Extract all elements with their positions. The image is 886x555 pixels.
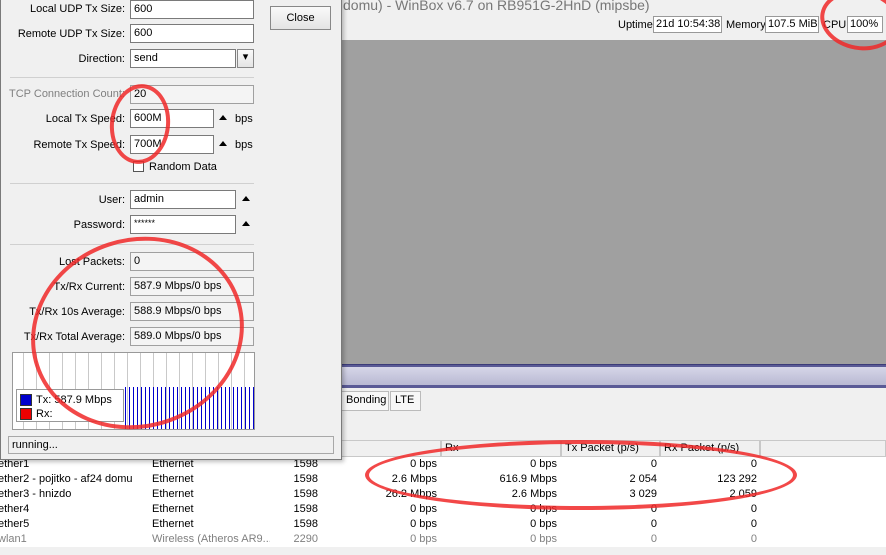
cell-rxp: 0 (750, 518, 757, 530)
column-header-empty (760, 440, 886, 457)
cell-type: Ethernet (152, 518, 194, 530)
local-udp-tx-size-field[interactable]: 600 (130, 0, 254, 19)
graph-tx-bar (217, 387, 218, 429)
dropdown-arrow-icon[interactable]: ▾ (237, 49, 254, 68)
uptime-label: Uptime: (618, 19, 656, 31)
table-row[interactable]: wlan1 Wireless (Atheros AR9... 2290 0 bps 0 … (0, 532, 886, 547)
tx-color-swatch (20, 394, 32, 406)
direction-label: Direction: (78, 53, 125, 65)
table-row[interactable]: ether4 Ethernet 1598 0 bps 0 bps 0 0 (0, 502, 886, 517)
cell-name: ether4 (0, 503, 30, 515)
password-field[interactable]: ****** (130, 215, 236, 234)
tab-bonding[interactable]: Bonding (341, 391, 389, 411)
cell-txp: 0 (650, 533, 657, 545)
collapse-up-icon[interactable] (242, 221, 250, 226)
cell-mtu: 1598 (293, 503, 318, 515)
memory-value: 107.5 MiB (765, 16, 819, 33)
graph-tx-bar (221, 387, 222, 429)
cell-mtu: 2290 (293, 533, 318, 545)
local-tx-speed-unit: bps (235, 113, 253, 125)
graph-tx-bar (237, 387, 238, 429)
graph-tx-bar (249, 387, 250, 429)
cell-tx: 0 bps (410, 503, 437, 515)
table-row[interactable]: ether5 Ethernet 1598 0 bps 0 bps 0 0 (0, 517, 886, 532)
graph-tx-bar (241, 387, 242, 429)
cell-rx: 0 bps (530, 533, 557, 545)
uptime-value: 21d 10:54:38 (653, 16, 722, 33)
collapse-up-icon[interactable] (219, 141, 227, 146)
tcp-connection-count-label: TCP Connection Count: (9, 88, 125, 100)
cell-type: Ethernet (152, 488, 194, 500)
user-field[interactable]: admin (130, 190, 236, 209)
memory-label: Memory: (726, 19, 769, 31)
cell-mtu: 1598 (293, 473, 318, 485)
cell-txp: 0 (650, 518, 657, 530)
local-tx-speed-label: Local Tx Speed: (45, 113, 125, 125)
remote-tx-speed-unit: bps (235, 139, 253, 151)
cell-type: Wireless (Atheros AR9... (152, 533, 270, 545)
local-udp-tx-size-label: Local UDP Tx Size: (30, 3, 125, 15)
rx-color-swatch (20, 408, 32, 420)
cell-name: ether5 (0, 518, 30, 530)
tab-lte[interactable]: LTE (390, 391, 421, 411)
status-line: running... (8, 436, 334, 454)
random-data-label: Random Data (149, 161, 217, 173)
cell-mtu: 1598 (293, 518, 318, 530)
graph-tx-bar (225, 387, 226, 429)
window-title: domu) - WinBox v6.7 on RB951G-2HnD (mips… (343, 0, 650, 13)
cell-type: Ethernet (152, 473, 194, 485)
cell-mtu: 1598 (293, 488, 318, 500)
graph-tx-bar (233, 387, 234, 429)
collapse-up-icon[interactable] (219, 115, 227, 120)
graph-tx-bar (253, 387, 254, 429)
remote-tx-speed-label: Remote Tx Speed: (33, 139, 125, 151)
cell-name: ether2 - pojitko - af24 domu (0, 473, 133, 485)
cell-tx: 0 bps (410, 518, 437, 530)
cell-rxp: 0 (750, 533, 757, 545)
red-annotation-marker (365, 440, 797, 510)
remote-udp-tx-size-label: Remote UDP Tx Size: (17, 28, 125, 40)
cell-rx: 0 bps (530, 518, 557, 530)
close-button[interactable]: Close (270, 6, 331, 30)
graph-tx-bar (229, 387, 230, 429)
remote-udp-tx-size-field[interactable]: 600 (130, 24, 254, 43)
cell-type: Ethernet (152, 503, 194, 515)
divider (10, 77, 254, 78)
cell-tx: 0 bps (410, 533, 437, 545)
cell-name: ether3 - hnizdo (0, 488, 72, 500)
direction-select[interactable]: send (130, 49, 236, 68)
cell-name: wlan1 (0, 533, 27, 545)
collapse-up-icon[interactable] (242, 196, 250, 201)
user-label: User: (98, 194, 125, 206)
graph-tx-bar (245, 387, 246, 429)
legend-rx-label: Rx: (36, 408, 53, 420)
divider (10, 183, 254, 184)
password-label: Password: (73, 219, 125, 231)
